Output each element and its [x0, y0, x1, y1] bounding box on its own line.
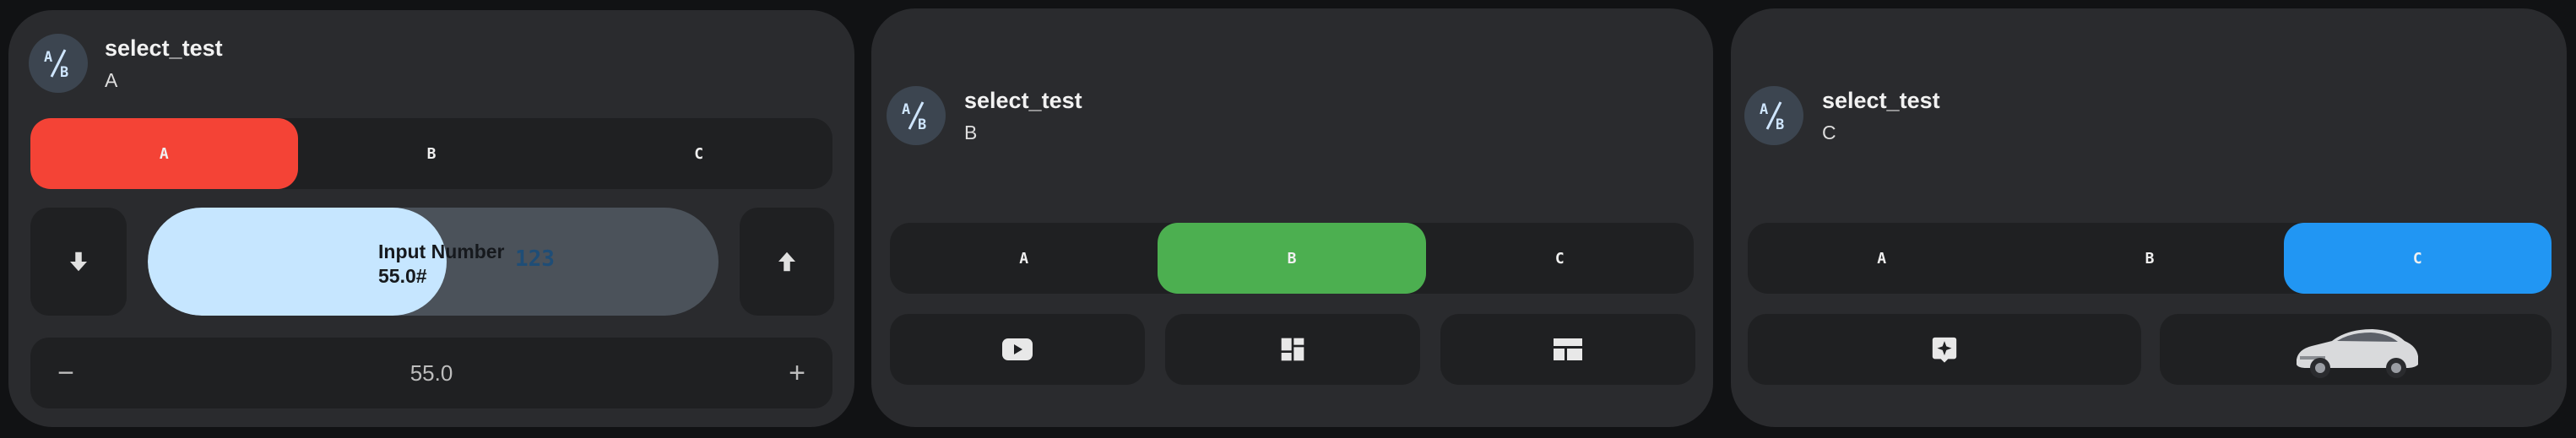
entity-state: A	[105, 69, 118, 91]
option-c-button[interactable]: C	[2283, 223, 2552, 294]
option-c-button[interactable]: C	[1426, 223, 1694, 294]
option-a-button[interactable]: A	[1748, 223, 2015, 294]
option-b-button[interactable]: B	[1158, 223, 1426, 294]
counter-value: 55.0	[409, 360, 453, 386]
select-card-a: A B select_test A A B C Input Number 55.…	[8, 10, 854, 427]
dashboard-icon	[1281, 338, 1304, 361]
ab-glyph: A B	[44, 49, 68, 81]
ab-glyph: A B	[1760, 101, 1784, 133]
option-c-button[interactable]: C	[565, 118, 832, 189]
entity-name: select_test	[1822, 88, 1940, 113]
number-counter: − 55.0 +	[30, 338, 832, 408]
slider-label-value: 55.0#	[378, 265, 427, 287]
plus-button[interactable]: +	[762, 338, 832, 408]
option-b-button[interactable]: B	[2015, 223, 2283, 294]
entity-name: select_test	[105, 35, 223, 61]
slider-label-name: Input Number	[378, 241, 505, 262]
svg-text:A: A	[1760, 101, 1768, 118]
option-a-button[interactable]: A	[890, 223, 1158, 294]
sparkle-tile[interactable]	[1748, 314, 2141, 385]
svg-text:B: B	[918, 116, 926, 133]
entity-state: B	[964, 122, 978, 143]
youtube-icon	[1002, 338, 1033, 360]
ab-glyph: A B	[902, 101, 926, 133]
arrow-down-icon	[70, 251, 87, 272]
svg-text:B: B	[60, 64, 68, 81]
input-number-slider[interactable]: Input Number 55.0# 123	[148, 208, 719, 316]
sparkle-icon	[1932, 337, 1957, 363]
option-a-button[interactable]: A	[30, 118, 298, 189]
table-layout-icon	[1554, 338, 1582, 360]
ab-select-icon[interactable]: A B	[29, 34, 88, 93]
decrement-button[interactable]	[30, 208, 127, 316]
ab-select-icon[interactable]: A B	[887, 86, 946, 145]
entity-name: select_test	[964, 88, 1082, 113]
svg-text:B: B	[1776, 116, 1784, 133]
dashboard-tile[interactable]	[1165, 314, 1420, 385]
select-card-c: A B select_test C A B C	[1731, 8, 2567, 427]
increment-button[interactable]	[740, 208, 834, 316]
select-card-b: A B select_test B A B C	[871, 8, 1713, 427]
car-image	[2297, 329, 2418, 378]
entity-state: C	[1822, 122, 1836, 143]
svg-text:A: A	[902, 101, 910, 118]
table-layout-tile[interactable]	[1440, 314, 1695, 385]
option-selector: A B C	[890, 223, 1694, 294]
slider-label: Input Number 55.0#	[378, 240, 505, 289]
option-selector: A B C	[1748, 223, 2552, 294]
slider-value-display: 123	[515, 246, 555, 272]
option-b-button[interactable]: B	[298, 118, 566, 189]
option-selector: A B C	[30, 118, 832, 189]
car-tile[interactable]	[2160, 314, 2552, 385]
svg-text:A: A	[44, 49, 52, 66]
youtube-tile[interactable]	[890, 314, 1145, 385]
arrow-up-icon	[778, 251, 795, 272]
ab-select-icon[interactable]: A B	[1744, 86, 1803, 145]
